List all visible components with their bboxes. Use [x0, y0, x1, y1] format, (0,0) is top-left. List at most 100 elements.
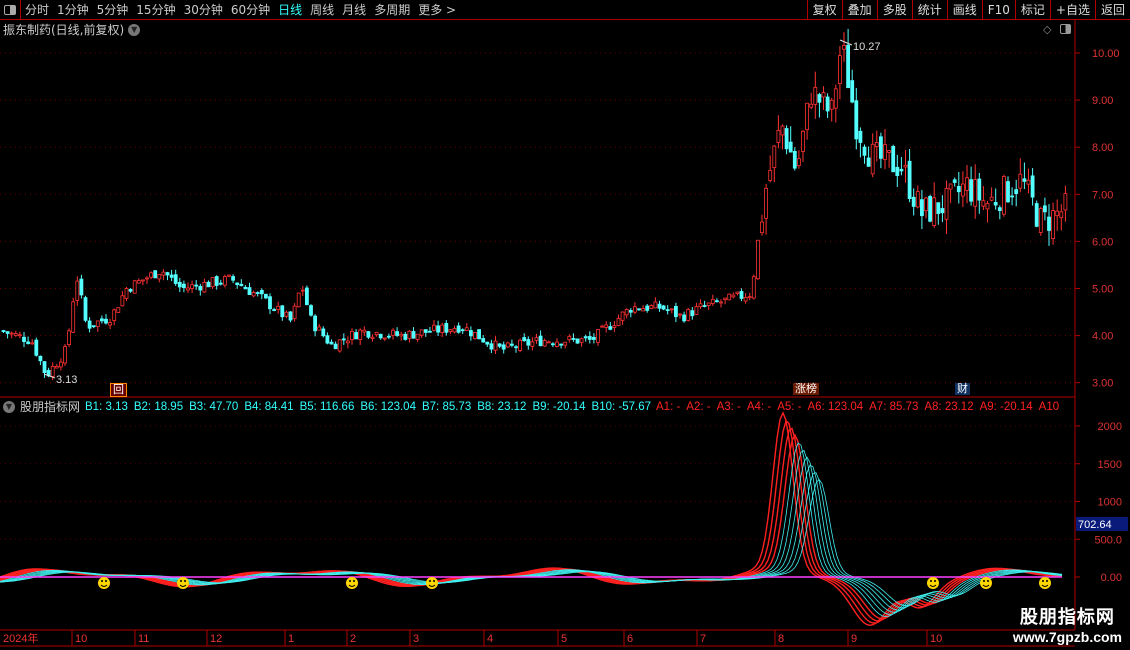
candle: [1043, 197, 1047, 221]
candle: [423, 329, 428, 337]
candle: [583, 334, 588, 342]
candle: [907, 149, 912, 203]
indicator-name[interactable]: 股朋指标网: [20, 398, 80, 415]
indicator-line: [0, 411, 1062, 627]
candle: [932, 182, 937, 228]
candle: [136, 278, 141, 284]
marker-zhangbang[interactable]: 涨榜: [793, 383, 819, 395]
candle: [259, 288, 264, 300]
candle: [345, 336, 350, 349]
candle: [38, 355, 43, 366]
candle: [944, 180, 949, 235]
candle: [846, 28, 850, 89]
candle: [477, 329, 482, 340]
candle: [870, 133, 875, 178]
candle: [407, 330, 412, 343]
candle: [727, 293, 732, 301]
candle: [460, 328, 465, 334]
candle: [399, 331, 404, 341]
candle: [903, 150, 908, 183]
candle: [604, 321, 609, 333]
candle: [354, 329, 359, 340]
candle: [747, 292, 752, 301]
candle: [128, 288, 133, 293]
candle: [5, 331, 10, 339]
candle: [924, 196, 928, 219]
candle: [690, 307, 695, 320]
candle: [75, 276, 80, 306]
candle: [386, 333, 391, 340]
candle: [87, 317, 92, 333]
candle: [792, 147, 797, 171]
candle: [132, 279, 137, 294]
candle: [665, 305, 670, 315]
candle: [54, 363, 59, 369]
candle: [842, 32, 846, 62]
candle: [682, 311, 686, 323]
candle: [657, 300, 662, 312]
candle: [600, 324, 604, 328]
candle: [596, 328, 600, 346]
smiley-icon: [1039, 577, 1051, 589]
candle: [108, 318, 112, 329]
candle: [419, 329, 424, 339]
candle: [378, 333, 383, 340]
price-tick: 3.00: [1092, 378, 1113, 390]
candle: [501, 341, 506, 354]
candle: [493, 336, 498, 354]
chevron-down-icon[interactable]: ▼: [3, 400, 15, 413]
candle: [120, 291, 125, 307]
candle: [321, 326, 326, 338]
candle: [432, 319, 436, 332]
indicator-value: A10: [1038, 400, 1060, 413]
date-tick: 8: [778, 633, 784, 645]
indicator-value: A4: -: [746, 400, 772, 413]
candle: [497, 343, 502, 349]
price-tick: 6.00: [1092, 236, 1113, 248]
marker-hui[interactable]: 回: [110, 383, 127, 397]
candle: [887, 150, 891, 168]
candle: [124, 286, 129, 302]
candle: [620, 311, 625, 325]
candle: [764, 183, 768, 235]
candle: [571, 333, 576, 342]
price-tick: 5.00: [1092, 284, 1113, 296]
candle: [350, 328, 354, 345]
indicator-value: A3: -: [716, 400, 741, 413]
candle: [427, 326, 432, 333]
candle: [891, 144, 896, 173]
candle: [751, 274, 756, 300]
candle: [694, 302, 699, 316]
candle: [165, 271, 170, 281]
candle: [710, 294, 715, 306]
candle: [1051, 202, 1055, 245]
smiley-icon: [927, 577, 939, 589]
candle: [1030, 168, 1035, 206]
candle: [403, 331, 408, 341]
candle: [489, 339, 494, 354]
candle: [612, 321, 617, 332]
indicator-value: A9: -20.14: [979, 400, 1033, 413]
candle: [592, 333, 596, 344]
candle: [883, 128, 887, 170]
candle: [190, 280, 195, 293]
candle: [149, 271, 154, 280]
candle: [288, 311, 293, 323]
price-tick: 4.00: [1092, 331, 1113, 343]
candle: [1018, 158, 1023, 193]
candle: [768, 155, 773, 183]
marker-cai[interactable]: 财: [955, 383, 970, 395]
candle: [202, 278, 207, 293]
date-tick: 10: [930, 633, 942, 645]
candle: [645, 303, 650, 313]
candle: [337, 339, 342, 353]
candle: [112, 308, 117, 326]
candle: [866, 146, 871, 167]
candle: [538, 330, 543, 347]
candle: [329, 339, 334, 345]
candle: [464, 323, 469, 331]
candle: [100, 315, 104, 324]
smiley-icon: [177, 577, 189, 589]
candle: [300, 285, 305, 296]
kline-chart[interactable]: 10.009.008.007.006.005.004.003.0010.273.…: [0, 0, 1130, 650]
